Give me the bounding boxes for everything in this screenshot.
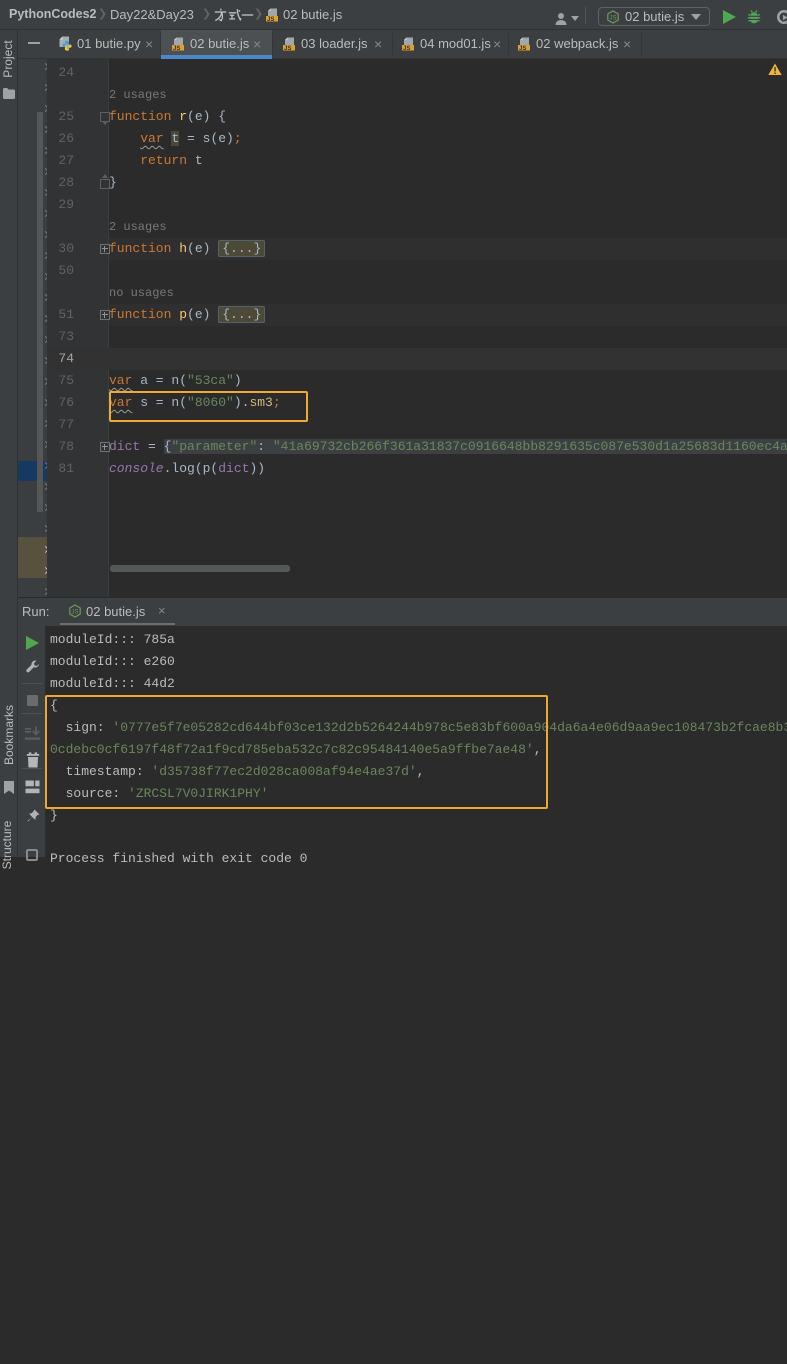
svg-text:JS: JS <box>71 610 78 616</box>
svg-text:JS: JS <box>519 46 526 51</box>
svg-text:JS: JS <box>267 17 274 22</box>
svg-text:JS: JS <box>403 46 410 51</box>
svg-text:JS: JS <box>609 16 616 22</box>
svg-text:JS: JS <box>284 46 291 51</box>
svg-text:JS: JS <box>173 46 180 51</box>
